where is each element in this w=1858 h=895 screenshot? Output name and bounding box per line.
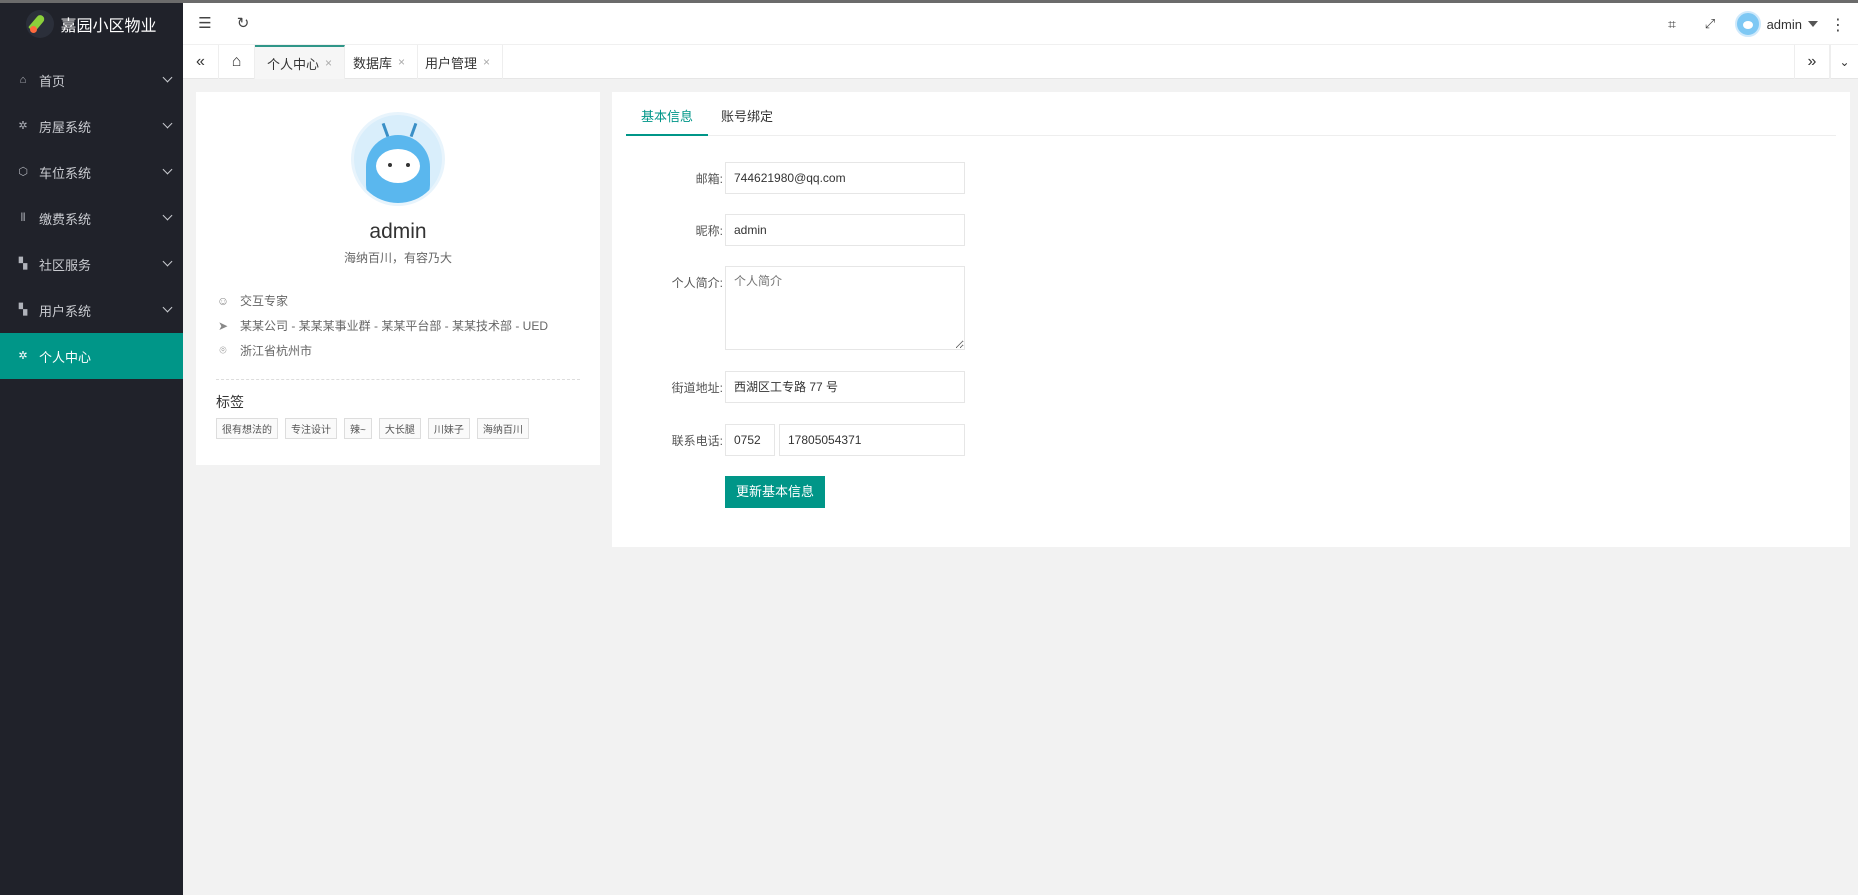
sidebar-item-label: 房屋系统 [39, 119, 92, 135]
page-tabs-bar: « ⌂ 个人中心 × 数据库 × 用户管理 × » ⌄ [183, 45, 1858, 79]
sidebar-item-label: 个人中心 [39, 349, 92, 365]
gear-icon: ✲ [18, 350, 28, 362]
tab-label: 数据库 [353, 55, 393, 71]
tag-list: 很有想法的 专注设计 辣~ 大长腿 川妹子 海纳百川 [216, 418, 529, 439]
profile-title: 交互专家 [240, 294, 289, 308]
tag[interactable]: 辣~ [344, 418, 372, 439]
user-menu[interactable]: admin [1734, 11, 1818, 37]
tab-user-management[interactable]: 用户管理 × [413, 45, 504, 79]
tab-label: 个人中心 [267, 56, 320, 72]
avatar [1734, 11, 1761, 37]
nickname-field[interactable]: admin [725, 214, 965, 246]
close-icon[interactable]: × [325, 56, 332, 70]
bio-textarea[interactable] [725, 266, 965, 350]
chevron-down-icon [162, 210, 173, 221]
grid-icon: ▚ [18, 258, 28, 270]
profile-title-row: ☺ 交互专家 [216, 292, 288, 309]
profile-org-row: ➤ 某某公司 - 某某某事业群 - 某某平台部 - 某某技术部 - UED [216, 317, 548, 334]
settings-card: 基本信息 账号绑定 邮箱: 744621980@qq.com 昵称: admin… [612, 92, 1850, 547]
sidebar-item-community[interactable]: ▚ 社区服务 [0, 241, 183, 287]
divider [216, 379, 580, 380]
address-label: 街道地址: [671, 381, 723, 395]
sidebar-menu: ⌂ 首页 ✲ 房屋系统 ⬡ 车位系统 ⦀ 缴费系统 ▚ 社区服务 ▚ 用户系统 [0, 57, 183, 379]
tab-account-binding[interactable]: 账号绑定 [706, 102, 788, 136]
tab-database[interactable]: 数据库 × [341, 45, 419, 79]
app-logo[interactable]: 嘉园小区物业 [0, 3, 183, 45]
menu-fold-icon[interactable]: ☰ [196, 15, 214, 33]
chevron-down-icon [162, 118, 173, 129]
sidebar-item-label: 社区服务 [39, 257, 92, 273]
sidebar-item-label: 车位系统 [39, 165, 92, 181]
sidebar-item-label: 用户系统 [39, 303, 92, 319]
close-icon[interactable]: × [398, 55, 405, 69]
header-username: admin [1766, 16, 1802, 32]
home-icon: ⌂ [19, 74, 27, 86]
tab-profile[interactable]: 个人中心 × [255, 45, 346, 79]
gear-icon: ✲ [18, 120, 28, 132]
refresh-icon[interactable]: ↻ [234, 15, 252, 33]
sidebar-item-label: 缴费系统 [39, 211, 92, 227]
home-tab-icon[interactable]: ⌂ [219, 45, 255, 79]
grid-icon: ▚ [18, 304, 28, 316]
update-info-button[interactable]: 更新基本信息 [725, 476, 825, 508]
email-label: 邮箱: [695, 172, 723, 186]
email-field[interactable]: 744621980@qq.com [725, 162, 965, 194]
caret-down-icon [1808, 21, 1818, 27]
profile-card: admin 海纳百川，有容乃大 ☺ 交互专家 ➤ 某某公司 - 某某某事业群 -… [196, 92, 600, 465]
more-vertical-icon[interactable]: ⋮ [1830, 15, 1846, 35]
sidebar-item-users[interactable]: ▚ 用户系统 [0, 287, 183, 333]
tag[interactable]: 海纳百川 [476, 418, 529, 439]
bars-icon: ⦀ [20, 212, 26, 224]
address-field[interactable]: 西湖区工专路 77 号 [725, 371, 965, 403]
tag[interactable]: 大长腿 [378, 418, 421, 439]
phone-area-field[interactable]: 0752 [725, 424, 775, 456]
app-title: 嘉园小区物业 [60, 18, 157, 35]
bio-label: 个人简介: [671, 276, 723, 290]
rocket-logo-icon [26, 10, 55, 38]
tab-label: 用户管理 [425, 55, 478, 71]
tag[interactable]: 川妹子 [427, 418, 470, 439]
tabs-scroll-left-icon[interactable]: « [183, 45, 219, 79]
phone-label: 联系电话: [671, 434, 723, 448]
sidebar: 嘉园小区物业 ⌂ 首页 ✲ 房屋系统 ⬡ 车位系统 ⦀ 缴费系统 ▚ 社区服务 [0, 3, 183, 895]
tag[interactable]: 专注设计 [285, 418, 337, 439]
sidebar-item-parking[interactable]: ⬡ 车位系统 [0, 149, 183, 195]
cube-icon: ⬡ [18, 166, 28, 178]
tag[interactable]: 很有想法的 [216, 418, 278, 439]
send-icon: ➤ [217, 318, 229, 333]
chevron-down-icon [162, 302, 173, 313]
sidebar-item-housing[interactable]: ✲ 房屋系统 [0, 103, 183, 149]
close-icon[interactable]: × [483, 55, 490, 69]
nickname-label: 昵称: [695, 224, 723, 238]
profile-location-row: ⌾ 浙江省杭州市 [216, 342, 312, 359]
chevron-down-icon[interactable]: ⌄ [1830, 45, 1858, 79]
profile-org: 某某公司 - 某某某事业群 - 某某平台部 - 某某技术部 - UED [240, 319, 548, 333]
chevron-down-icon [162, 256, 173, 267]
tags-title: 标签 [216, 394, 244, 410]
fullscreen-icon[interactable]: ⤢ [1701, 15, 1719, 33]
profile-location: 浙江省杭州市 [240, 344, 313, 358]
user-icon: ☺ [216, 293, 230, 308]
sidebar-item-profile[interactable]: ✲ 个人中心 [0, 333, 183, 379]
chevron-down-icon [162, 72, 173, 83]
tag-icon[interactable]: ⌗ [1663, 15, 1681, 33]
profile-name: admin [369, 220, 427, 243]
sidebar-item-payment[interactable]: ⦀ 缴费系统 [0, 195, 183, 241]
chevron-down-icon [162, 164, 173, 175]
tab-basic-info[interactable]: 基本信息 [626, 102, 709, 136]
profile-motto: 海纳百川，有容乃大 [343, 251, 452, 265]
settings-tabs: 基本信息 账号绑定 [626, 102, 1836, 136]
tabs-scroll-right-icon[interactable]: » [1794, 45, 1830, 79]
location-icon: ⌾ [219, 343, 227, 357]
phone-number-field[interactable]: 17805054371 [779, 424, 965, 456]
top-header: ☰ ↻ ⌗ ⤢ admin ⋮ [183, 3, 1858, 45]
profile-avatar [351, 112, 445, 206]
sidebar-item-label: 首页 [39, 73, 66, 89]
sidebar-item-home[interactable]: ⌂ 首页 [0, 57, 183, 103]
